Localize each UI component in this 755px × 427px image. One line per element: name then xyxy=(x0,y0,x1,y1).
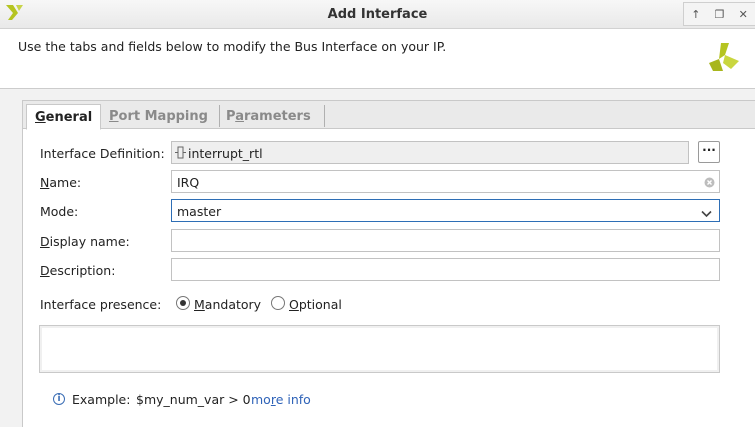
mode-select-value: master xyxy=(177,204,222,219)
mandatory-radio-label[interactable]: Mandatory xyxy=(194,297,261,312)
tab-general[interactable]: General xyxy=(26,104,102,130)
name-input-value: IRQ xyxy=(177,175,200,190)
close-button[interactable]: ✕ xyxy=(731,3,755,25)
description-input[interactable] xyxy=(171,258,720,281)
maximize-button[interactable]: ❐ xyxy=(708,3,732,25)
dialog-subtitle: Use the tabs and fields below to modify … xyxy=(18,39,447,54)
mode-label: Mode: xyxy=(40,204,79,219)
window-title: Add Interface xyxy=(327,7,428,22)
description-label: Description: xyxy=(40,263,116,278)
optional-radio[interactable] xyxy=(271,296,285,310)
interface-presence-label: Interface presence: xyxy=(40,297,162,312)
expression-textarea[interactable] xyxy=(39,325,720,373)
mandatory-radio[interactable] xyxy=(176,296,190,310)
name-input[interactable]: IRQ xyxy=(171,170,720,193)
name-label: Name: xyxy=(40,175,82,190)
title-bar: Add Interface ↑ ❐ ✕ xyxy=(0,0,755,29)
general-panel: General Port Mapping Parameters Interfac… xyxy=(22,100,755,427)
tab-port-mapping[interactable]: Port Mapping xyxy=(101,104,216,129)
example-code: $my_num_var > 0 xyxy=(136,392,251,407)
tab-parameters[interactable]: Parameters xyxy=(218,104,319,129)
window-controls: ↑ ❐ ✕ xyxy=(683,2,755,26)
display-name-label: Display name: xyxy=(40,234,130,249)
interface-icon xyxy=(175,146,186,162)
interface-definition-label: Interface Definition: xyxy=(40,146,165,161)
interface-definition-value: interrupt_rtl xyxy=(188,146,263,161)
dialog-header: Use the tabs and fields below to modify … xyxy=(0,29,755,89)
brand-logo-icon xyxy=(707,41,741,76)
optional-radio-label[interactable]: Optional xyxy=(289,297,342,312)
tab-separator xyxy=(324,105,325,127)
more-info-link[interactable]: more info xyxy=(251,392,311,407)
chevron-down-icon xyxy=(701,206,712,221)
display-name-input[interactable] xyxy=(171,229,720,252)
example-prefix: Example: xyxy=(72,392,131,407)
interface-definition-field: interrupt_rtl xyxy=(171,141,689,164)
browse-interface-button[interactable]: ··· xyxy=(698,141,720,163)
info-icon: i xyxy=(53,393,65,405)
tab-bar: General Port Mapping Parameters xyxy=(23,101,755,130)
mode-select[interactable]: master xyxy=(171,199,720,222)
clear-icon[interactable] xyxy=(704,176,715,191)
keep-on-top-button[interactable]: ↑ xyxy=(684,3,708,25)
